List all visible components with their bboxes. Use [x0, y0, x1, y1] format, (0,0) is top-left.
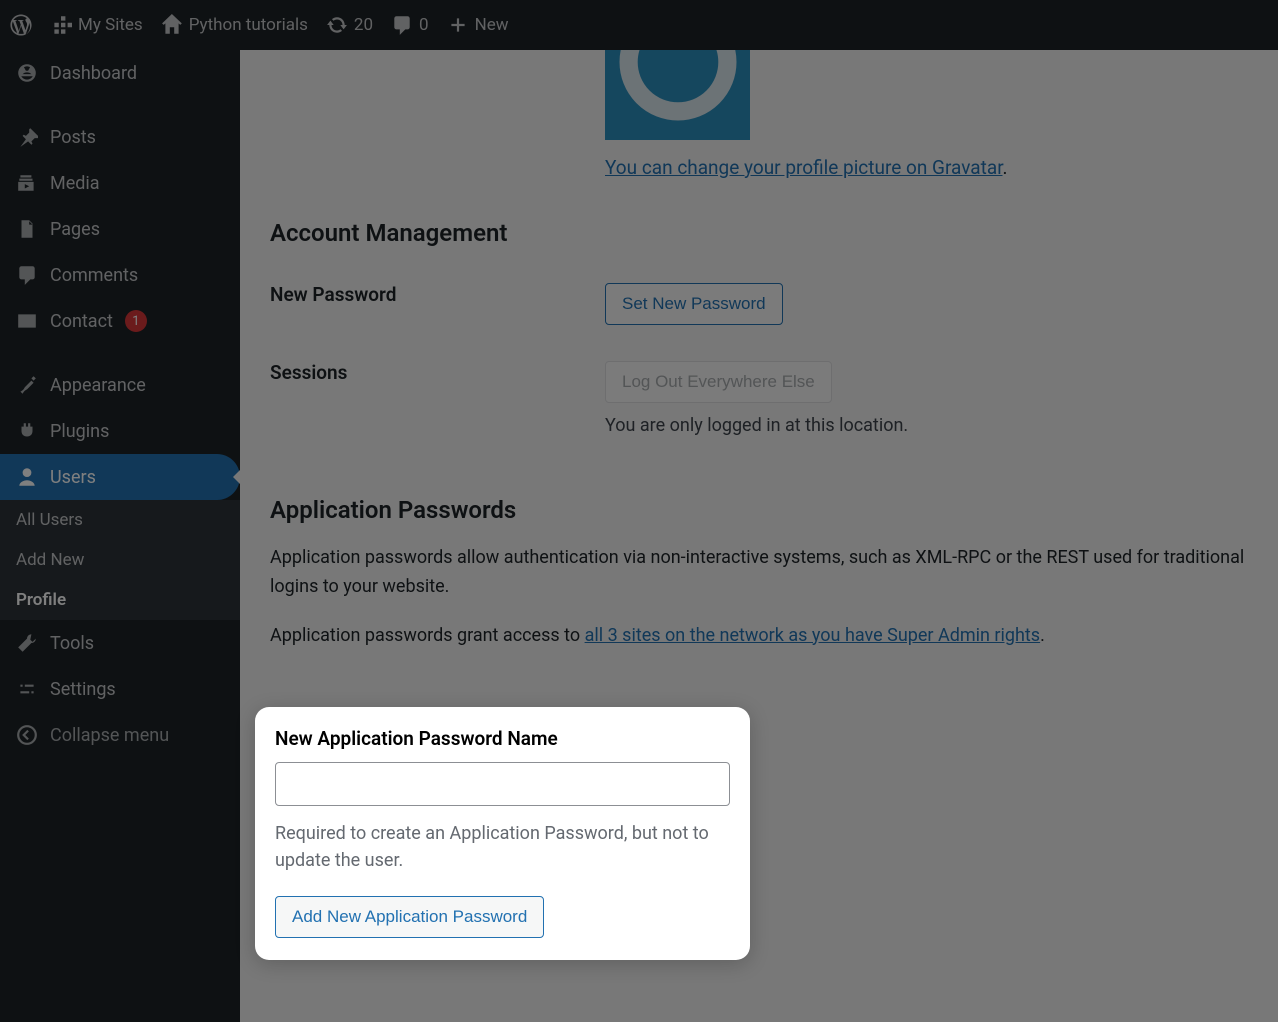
settings-icon	[16, 678, 38, 700]
comments-icon	[16, 264, 38, 286]
app-passwords-grant-text: Application passwords grant access to al…	[270, 622, 1248, 651]
site-link[interactable]: Python tutorials	[161, 14, 308, 36]
sessions-helper-text: You are only logged in at this location.	[605, 415, 1248, 436]
new-password-label: New Password	[270, 283, 605, 306]
pages-label: Pages	[50, 219, 100, 240]
section-account-management: Account Management	[270, 219, 1248, 247]
dashboard-icon	[16, 62, 38, 84]
plugin-icon	[16, 420, 38, 442]
home-icon	[161, 14, 183, 36]
settings-label: Settings	[50, 679, 116, 700]
sidebar-sub-profile[interactable]: Profile	[0, 580, 240, 620]
sidebar-item-posts[interactable]: Posts	[0, 114, 240, 160]
sidebar-item-comments[interactable]: Comments	[0, 252, 240, 298]
my-sites-link[interactable]: My Sites	[50, 14, 143, 36]
profile-avatar	[605, 50, 750, 140]
media-icon	[16, 172, 38, 194]
updates-link[interactable]: 20	[326, 14, 373, 36]
sidebar-item-dashboard[interactable]: Dashboard	[0, 50, 240, 96]
comments-count: 0	[419, 15, 429, 35]
new-app-password-card: New Application Password Name Required t…	[255, 707, 750, 960]
sidebar-item-users[interactable]: Users	[0, 454, 240, 500]
new-label: New	[475, 15, 509, 35]
mail-icon	[16, 310, 38, 332]
wp-logo[interactable]	[10, 14, 32, 36]
plus-icon	[447, 14, 469, 36]
plugins-label: Plugins	[50, 421, 109, 442]
posts-label: Posts	[50, 127, 96, 148]
new-app-password-label: New Application Password Name	[275, 727, 730, 750]
sidebar-item-media[interactable]: Media	[0, 160, 240, 206]
my-sites-label: My Sites	[78, 15, 143, 35]
media-label: Media	[50, 173, 100, 194]
logout-everywhere-button: Log Out Everywhere Else	[605, 361, 832, 403]
sidebar-item-settings[interactable]: Settings	[0, 666, 240, 712]
collapse-icon	[16, 724, 38, 746]
tools-label: Tools	[50, 633, 94, 654]
network-icon	[50, 14, 72, 36]
admin-sidebar: Dashboard Posts Media Pages Comments Con…	[0, 50, 240, 1022]
sidebar-sub-all-users[interactable]: All Users	[0, 500, 240, 540]
comments-link[interactable]: 0	[391, 14, 429, 36]
sidebar-item-pages[interactable]: Pages	[0, 206, 240, 252]
updates-count: 20	[354, 15, 373, 35]
new-link[interactable]: New	[447, 14, 509, 36]
app-passwords-description: Application passwords allow authenticati…	[270, 544, 1248, 602]
row-new-password: New Password Set New Password	[270, 283, 1248, 325]
all-sites-link[interactable]: all 3 sites on the network as you have S…	[585, 625, 1041, 646]
set-new-password-button[interactable]: Set New Password	[605, 283, 783, 325]
add-new-app-password-button[interactable]: Add New Application Password	[275, 896, 544, 938]
sidebar-collapse[interactable]: Collapse menu	[0, 712, 240, 758]
sidebar-sub-add-new[interactable]: Add New	[0, 540, 240, 580]
wrench-icon	[16, 632, 38, 654]
sidebar-item-plugins[interactable]: Plugins	[0, 408, 240, 454]
section-application-passwords: Application Passwords	[270, 496, 1248, 524]
sidebar-item-contact[interactable]: Contact 1	[0, 298, 240, 344]
brush-icon	[16, 374, 38, 396]
pin-icon	[16, 126, 38, 148]
contact-label: Contact	[50, 311, 113, 332]
appearance-label: Appearance	[50, 375, 146, 396]
contact-badge: 1	[125, 310, 147, 332]
sessions-label: Sessions	[270, 361, 605, 384]
new-app-password-input[interactable]	[275, 762, 730, 806]
comment-icon	[391, 14, 413, 36]
gravatar-link[interactable]: You can change your profile picture on G…	[605, 156, 1003, 179]
site-title-label: Python tutorials	[189, 15, 308, 35]
avatar-placeholder-icon	[613, 50, 743, 140]
comments-label: Comments	[50, 265, 138, 286]
user-icon	[16, 466, 38, 488]
update-icon	[326, 14, 348, 36]
row-sessions: Sessions Log Out Everywhere Else You are…	[270, 361, 1248, 436]
new-app-password-hint: Required to create an Application Passwo…	[275, 820, 730, 874]
admin-toolbar: My Sites Python tutorials 20 0 New	[0, 0, 1278, 50]
collapse-label: Collapse menu	[50, 725, 169, 746]
users-label: Users	[50, 467, 96, 488]
dashboard-label: Dashboard	[50, 63, 137, 84]
wordpress-icon	[10, 14, 32, 36]
sidebar-item-appearance[interactable]: Appearance	[0, 362, 240, 408]
sidebar-item-tools[interactable]: Tools	[0, 620, 240, 666]
pages-icon	[16, 218, 38, 240]
